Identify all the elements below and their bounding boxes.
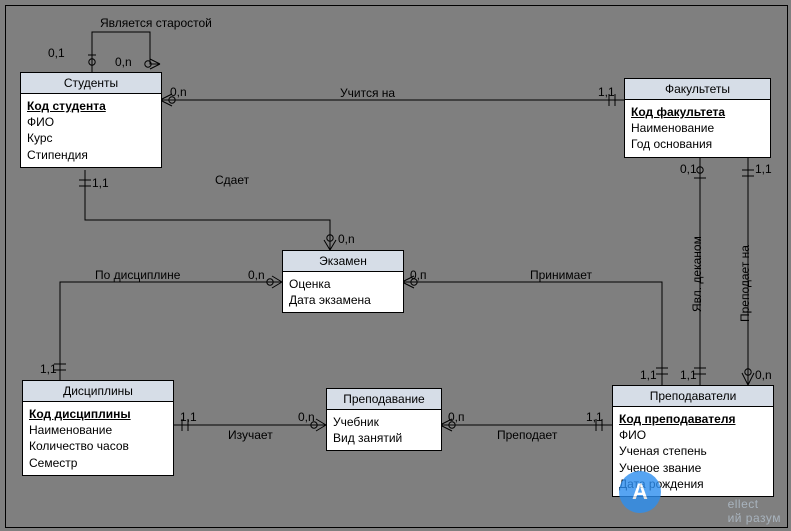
- entity-disciplines: Дисциплины Код дисциплины Наименование К…: [22, 380, 174, 476]
- card-bydisc-to: 1,1: [40, 362, 57, 376]
- entity-faculties-title: Факультеты: [625, 79, 770, 100]
- rel-teaches-label: Преподает: [497, 428, 557, 442]
- attr: Курс: [27, 130, 155, 146]
- attr: Дата рождения: [619, 476, 767, 492]
- entity-students-body: Код студента ФИО Курс Стипендия: [21, 94, 161, 167]
- card-headman-from: 0,1: [48, 46, 65, 60]
- card-headman-to: 0,n: [115, 55, 132, 69]
- attr: Наименование: [29, 422, 167, 438]
- rel-is-headman-label: Является старостой: [100, 16, 212, 30]
- card-recv-to: 1,1: [640, 368, 657, 382]
- card-teachfac-to: 0,n: [755, 368, 772, 382]
- entity-teachers-body: Код преподавателя ФИО Ученая степень Уче…: [613, 407, 773, 496]
- card-studies-to: 1,1: [598, 85, 615, 99]
- attr: Семестр: [29, 455, 167, 471]
- card-teaches-to: 1,1: [586, 410, 603, 424]
- entity-exam-title: Экзамен: [283, 251, 403, 272]
- attr: Учебник: [333, 414, 435, 430]
- attr: Ученая степень: [619, 443, 767, 459]
- card-teachfac-from: 1,1: [755, 162, 772, 176]
- card-dean-from: 0,1: [680, 162, 697, 176]
- rel-takes-label: Сдает: [215, 173, 249, 187]
- rel-studies-at-label: Учится на: [340, 86, 395, 100]
- entity-exam-body: Оценка Дата экзамена: [283, 272, 403, 312]
- card-studies-from: 0,n: [170, 85, 187, 99]
- entity-teachers-title: Преподаватели: [613, 386, 773, 407]
- rel-teaches-at-label: Преподает на: [738, 245, 752, 322]
- entity-students-pk: Код студента: [27, 98, 155, 114]
- attr: Наименование: [631, 120, 764, 136]
- attr: Дата экзамена: [289, 292, 397, 308]
- card-recv-from: 0,п: [410, 268, 427, 282]
- attr: Год основания: [631, 136, 764, 152]
- entity-teaching-body: Учебник Вид занятий: [327, 410, 441, 450]
- rel-is-dean-label: Явл. деканом: [690, 236, 704, 312]
- entity-faculties-pk: Код факультета: [631, 104, 764, 120]
- card-takes-to: 0,n: [338, 232, 355, 246]
- attr: ФИО: [27, 114, 155, 130]
- entity-teachers-pk: Код преподавателя: [619, 411, 767, 427]
- entity-faculties-body: Код факультета Наименование Год основани…: [625, 100, 770, 157]
- attr: Оценка: [289, 276, 397, 292]
- entity-students-title: Студенты: [21, 73, 161, 94]
- rel-by-discipline-label: По дисциплине: [95, 268, 180, 282]
- entity-disciplines-pk: Код дисциплины: [29, 406, 167, 422]
- entity-faculties: Факультеты Код факультета Наименование Г…: [624, 78, 771, 158]
- attr: Вид занятий: [333, 430, 435, 446]
- card-takes-from: 1,1: [92, 176, 109, 190]
- attr: ФИО: [619, 427, 767, 443]
- entity-teaching: Преподавание Учебник Вид занятий: [326, 388, 442, 451]
- card-learns-from: 1,1: [180, 410, 197, 424]
- entity-disciplines-title: Дисциплины: [23, 381, 173, 402]
- entity-teaching-title: Преподавание: [327, 389, 441, 410]
- rel-receives-label: Принимает: [530, 268, 592, 282]
- entity-disciplines-body: Код дисциплины Наименование Количество ч…: [23, 402, 173, 475]
- card-dean-to: 1,1: [680, 368, 697, 382]
- entity-teachers: Преподаватели Код преподавателя ФИО Учен…: [612, 385, 774, 497]
- card-learns-to: 0,n: [298, 410, 315, 424]
- card-bydisc-from: 0,n: [248, 268, 265, 282]
- entity-exam: Экзамен Оценка Дата экзамена: [282, 250, 404, 313]
- attr: Количество часов: [29, 438, 167, 454]
- card-teaches-from: 0,п: [448, 410, 465, 424]
- diagram-canvas: Студенты Код студента ФИО Курс Стипендия…: [0, 0, 791, 531]
- rel-learns-label: Изучает: [228, 428, 273, 442]
- attr: Ученое звание: [619, 460, 767, 476]
- attr: Стипендия: [27, 147, 155, 163]
- entity-students: Студенты Код студента ФИО Курс Стипендия: [20, 72, 162, 168]
